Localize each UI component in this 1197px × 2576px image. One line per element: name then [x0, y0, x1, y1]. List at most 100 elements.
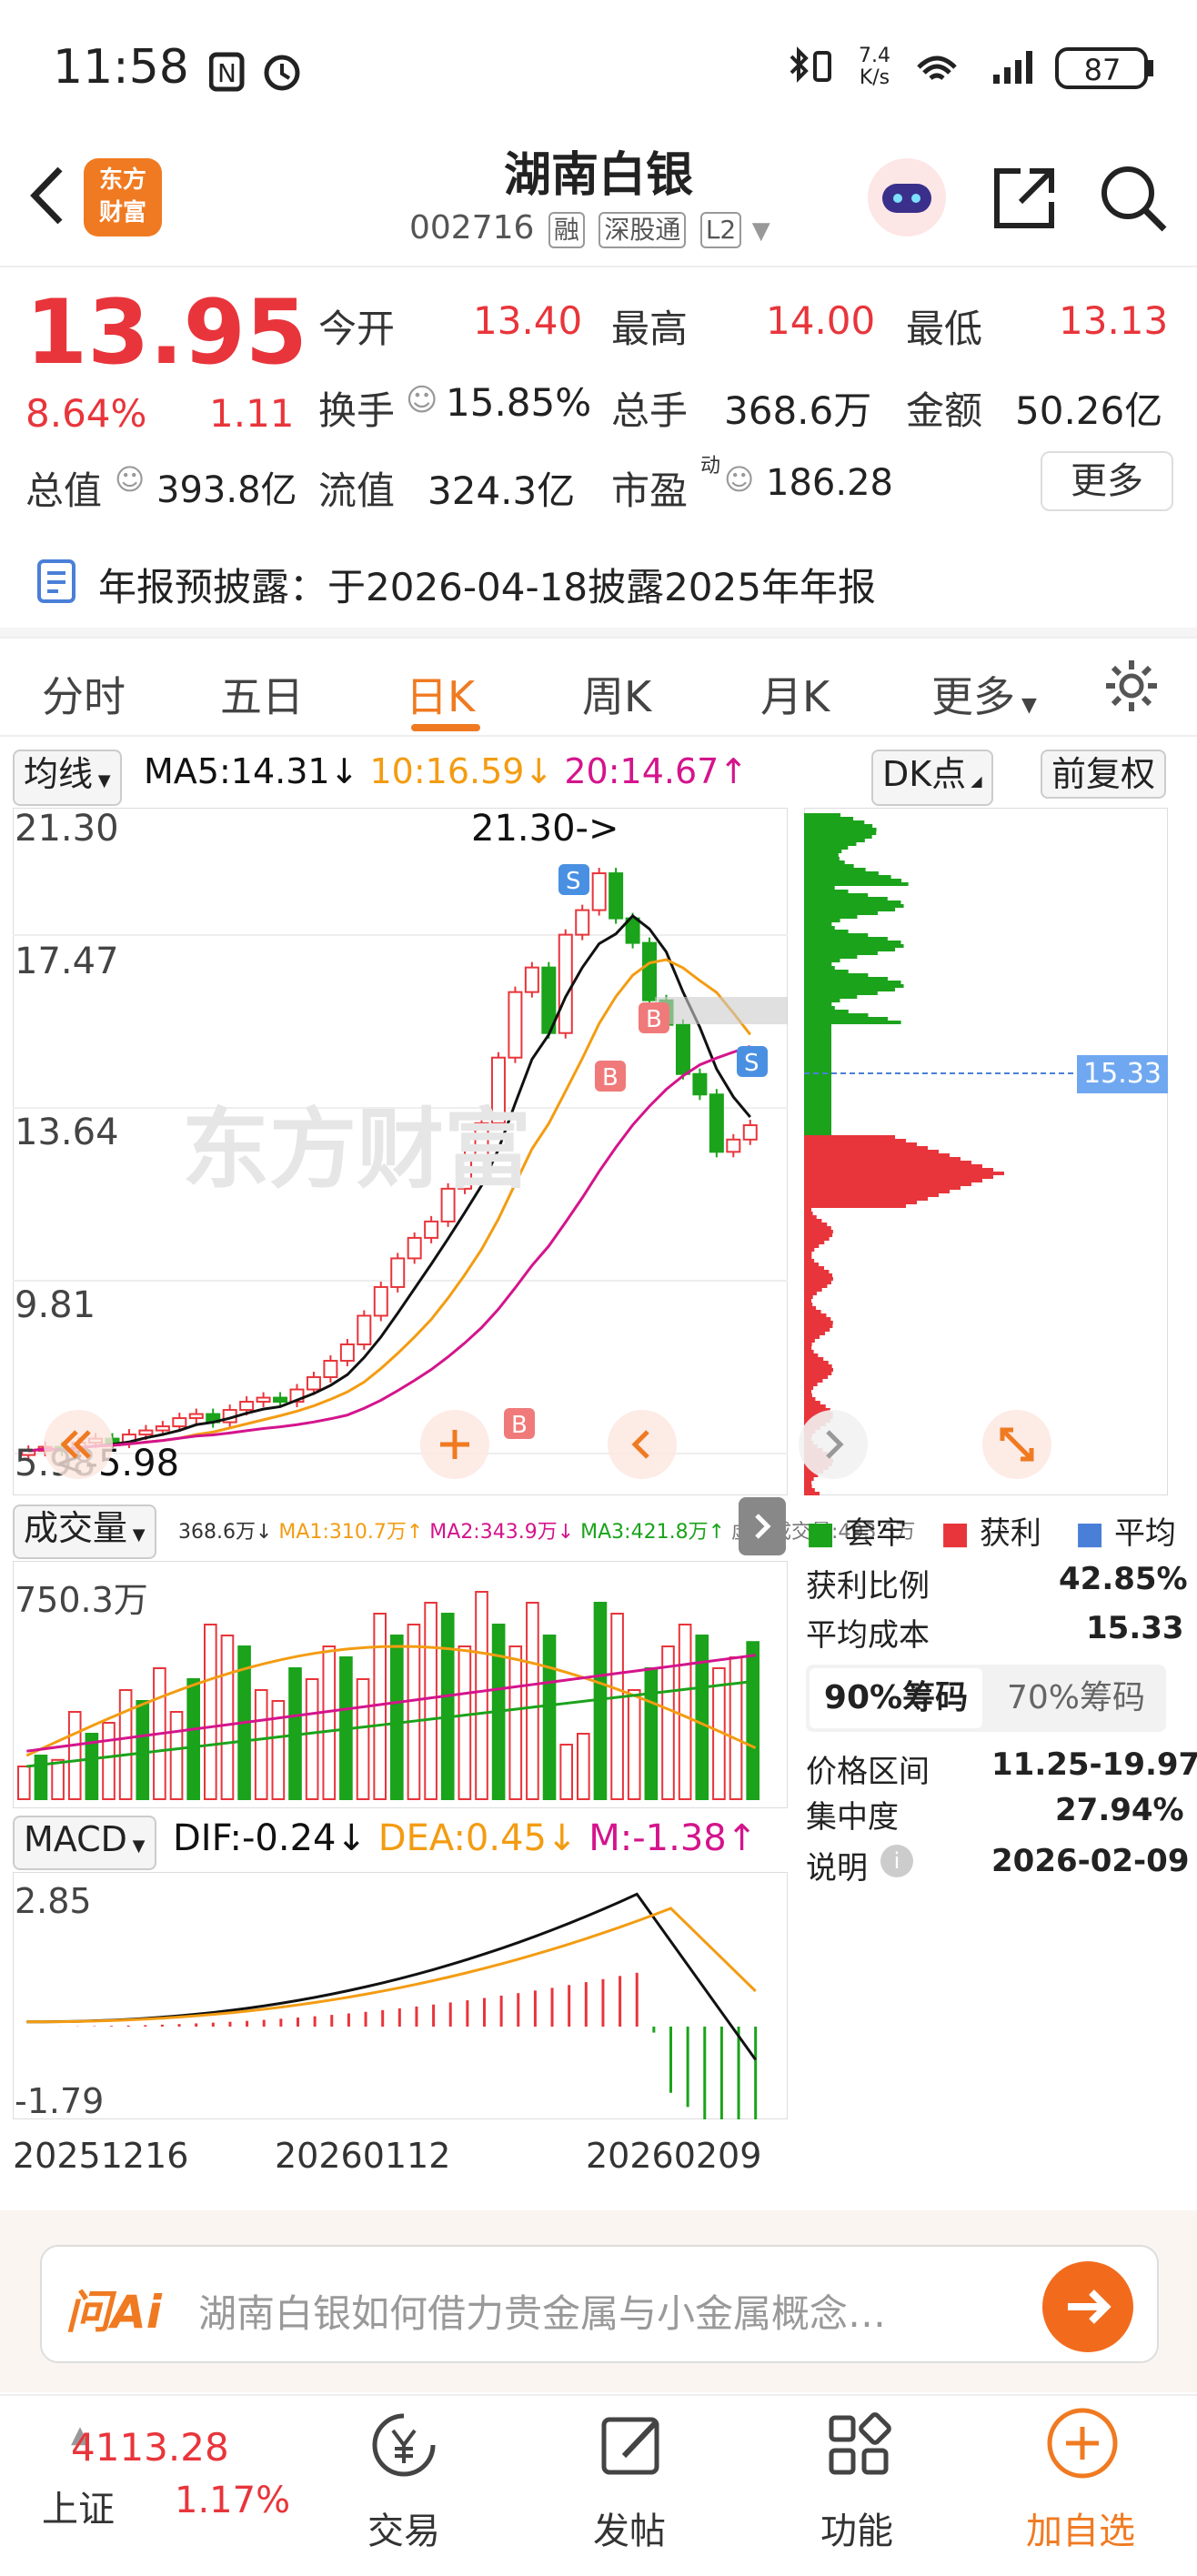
candle	[172, 1417, 187, 1428]
adjust-button[interactable]: 前复权	[1041, 750, 1167, 799]
chip-bar-trapped	[804, 820, 865, 824]
volume-bar	[627, 1689, 641, 1800]
note-date: 2026-02-09	[991, 1843, 1190, 1879]
dk-point-button[interactable]: DK点 ◢	[871, 750, 993, 806]
tag-margin: 融	[548, 212, 585, 248]
nav-trade[interactable]: 交易	[367, 2501, 440, 2554]
tab-five-day[interactable]: 五日	[220, 664, 304, 724]
index-name[interactable]: 上证	[42, 2480, 115, 2532]
macd-selector[interactable]: MACD ▼	[13, 1816, 156, 1870]
tab-daily-k[interactable]: 日K	[406, 664, 475, 724]
chip-bar-trapped	[804, 966, 835, 970]
tab-minute[interactable]: 分时	[42, 664, 126, 724]
volume-selector[interactable]: 成交量 ▼	[13, 1504, 156, 1559]
chip-bar-profit	[804, 1313, 827, 1317]
chip-bar-profit	[804, 1397, 816, 1401]
chip-bar-trapped	[804, 1126, 831, 1130]
candle	[675, 1023, 690, 1075]
post-edit-icon[interactable]	[597, 2409, 669, 2481]
chip-bar-profit	[804, 1394, 812, 1397]
chip-bar-profit	[804, 1306, 817, 1310]
macd-ymin: -1.79	[15, 2081, 105, 2121]
fast-back-icon[interactable]	[42, 1408, 115, 1481]
nav-add-watchlist[interactable]: 加自选	[1026, 2501, 1135, 2554]
info-icon[interactable]: ☺	[406, 382, 438, 418]
candle	[424, 1220, 439, 1239]
volume-bar	[661, 1645, 675, 1800]
robot-avatar-icon[interactable]	[866, 156, 948, 238]
chip-bar-trapped	[804, 828, 877, 831]
expand-icon[interactable]	[981, 1408, 1053, 1481]
chip-bar-profit	[804, 1248, 815, 1252]
chip-bar-profit	[804, 1179, 982, 1182]
vol-ma1: MA1:310.7万↑	[278, 1521, 424, 1544]
chip-bar-profit	[804, 1303, 813, 1306]
signal-marker: B	[639, 1002, 669, 1033]
chip-bar-trapped	[804, 908, 896, 911]
tab-90-chips[interactable]: 90%筹码	[810, 1668, 982, 1728]
chip-bar-profit	[804, 1364, 832, 1368]
chip-distribution-chart[interactable]	[804, 808, 1168, 1495]
tab-weekly-k[interactable]: 周K	[582, 664, 651, 724]
tab-more[interactable]: 更多 ▼	[931, 664, 1037, 724]
volume-bar	[508, 1645, 523, 1800]
legend-green-icon: ■	[806, 1515, 836, 1552]
max-annotation: 21.30->	[471, 808, 619, 850]
chip-bar-profit	[804, 1346, 812, 1350]
more-button[interactable]: 更多	[1041, 451, 1173, 511]
y-label-1: 21.30	[15, 808, 119, 850]
panel-toggle-icon[interactable]	[739, 1497, 786, 1555]
chip-bar-profit	[804, 1335, 820, 1339]
settings-gear-icon[interactable]	[1102, 657, 1161, 715]
chip-bar-trapped	[804, 1068, 831, 1072]
notice-text[interactable]: 年报预披露：于2026-04-18披露2025年年报	[98, 557, 876, 612]
share-icon[interactable]	[990, 164, 1059, 233]
chip-bar-profit	[804, 1255, 812, 1259]
send-arrow-icon[interactable]	[1042, 2261, 1133, 2352]
ma-selector[interactable]: 均线 ▼	[13, 750, 122, 806]
scroll-right-icon[interactable]	[797, 1408, 870, 1481]
tab-monthly-k[interactable]: 月K	[760, 664, 830, 724]
search-icon[interactable]	[1097, 162, 1170, 235]
chip-bar-profit	[804, 1284, 828, 1288]
chip-bar-profit	[804, 1332, 826, 1335]
tab-70-chips[interactable]: 70%筹码	[990, 1668, 1162, 1728]
chip-bar-profit	[804, 1299, 812, 1303]
macd-chart[interactable]	[13, 1872, 788, 2119]
info-icon[interactable]: ☺	[115, 462, 145, 497]
function-grid-icon[interactable]	[822, 2409, 895, 2481]
chip-bar-profit	[804, 1161, 971, 1164]
nav-function[interactable]: 功能	[820, 2501, 893, 2554]
chip-bar-trapped	[804, 871, 879, 875]
volume-bar	[577, 1733, 590, 1800]
chip-bar-profit	[804, 1157, 961, 1161]
mktcap-value: 393.8亿	[156, 469, 297, 511]
signal-letter: S	[744, 1050, 759, 1077]
chip-bar-trapped	[804, 933, 869, 937]
info-icon[interactable]: ☺	[724, 462, 754, 497]
zoom-in-icon[interactable]	[418, 1408, 491, 1481]
candle	[239, 1401, 255, 1412]
chip-bar-profit	[804, 1383, 818, 1386]
logo-text-1: 东方	[98, 166, 146, 194]
index-value[interactable]: 4113.28	[71, 2425, 229, 2470]
chip-price-label: 15.33	[1077, 1055, 1168, 1093]
chip-bar-profit	[804, 1186, 961, 1190]
chip-bar-profit	[804, 1375, 829, 1379]
chip-bar-trapped	[804, 1086, 831, 1090]
volume-bar	[729, 1656, 743, 1800]
add-favorite-icon[interactable]	[1044, 2405, 1121, 2481]
chip-bar-profit	[804, 1401, 820, 1404]
chip-bar-profit	[804, 1492, 820, 1495]
dropdown-arrow-icon[interactable]: ▼	[752, 217, 770, 245]
back-arrow-icon[interactable]	[25, 164, 71, 227]
battery-level: 87	[1083, 53, 1122, 87]
trade-yen-icon[interactable]	[367, 2409, 440, 2481]
info-icon[interactable]: i	[880, 1845, 913, 1877]
status-icons-left: N	[209, 52, 300, 92]
ai-question-bar[interactable]: 问Ai 湖南白银如何借力贵金属与小金属概念…	[40, 2245, 1159, 2363]
scroll-left-icon[interactable]	[606, 1408, 679, 1481]
nav-post[interactable]: 发帖	[593, 2501, 666, 2554]
page-title: 湖南白银	[503, 148, 693, 203]
index-change[interactable]: 1.17%	[175, 2480, 290, 2521]
